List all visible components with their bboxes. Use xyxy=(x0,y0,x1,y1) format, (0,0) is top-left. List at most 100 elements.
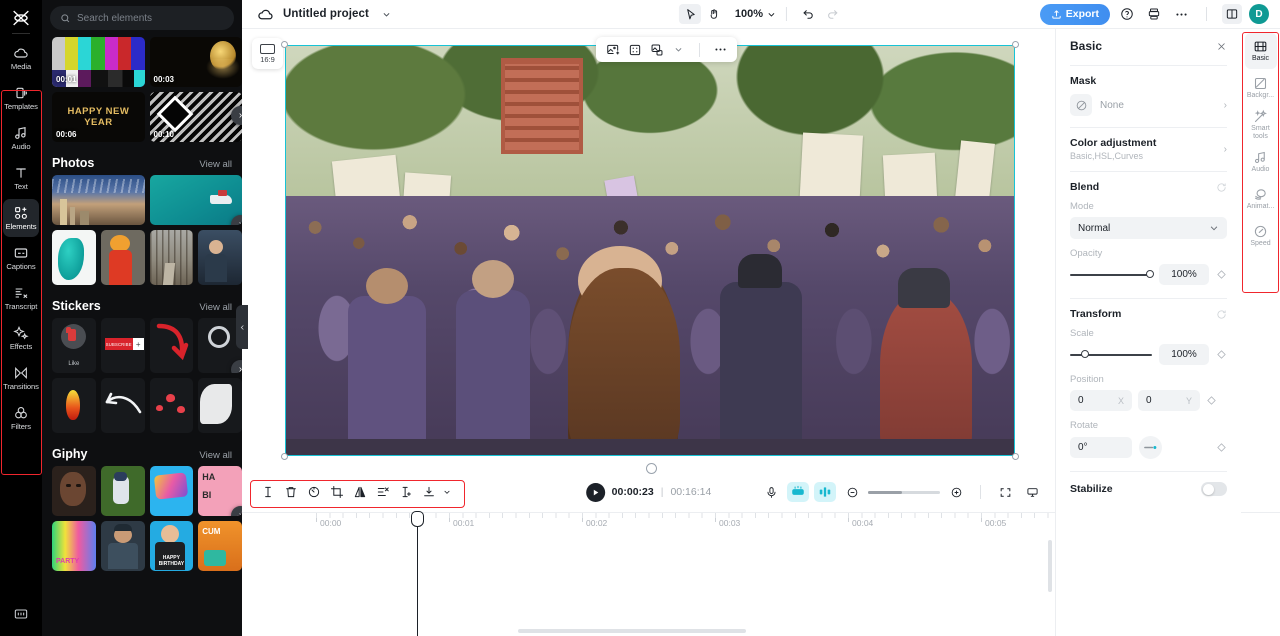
scale-slider[interactable] xyxy=(1070,350,1152,358)
sticker-thumb-red-arrow[interactable] xyxy=(149,318,194,373)
export-button[interactable]: Export xyxy=(1039,3,1110,25)
tab-smart-tools[interactable]: Smart tools xyxy=(1245,107,1277,143)
scale-value[interactable]: 100% xyxy=(1159,344,1209,365)
timeline-vertical-scrollbar[interactable] xyxy=(1048,540,1052,592)
freeze-button[interactable] xyxy=(396,482,416,502)
keyframe-diamond-icon[interactable] xyxy=(1216,349,1227,360)
auto-captions-button[interactable] xyxy=(787,482,809,502)
giphy-thumb-football[interactable] xyxy=(100,466,145,516)
element-thumb-chevrons[interactable]: 00:10 › xyxy=(149,92,242,142)
mask-row[interactable]: None › xyxy=(1070,94,1227,116)
giphy-thumb-orange[interactable]: CUM xyxy=(198,521,242,571)
more-icon[interactable] xyxy=(1171,4,1191,24)
photo-thumb-forest-path[interactable] xyxy=(149,230,194,285)
giphy-thumb-man-mic[interactable] xyxy=(100,521,145,571)
record-voiceover-button[interactable] xyxy=(760,482,782,502)
chevron-right-icon[interactable]: › xyxy=(231,215,242,225)
timeline-zoom-slider[interactable] xyxy=(868,490,940,494)
redo-icon[interactable] xyxy=(821,4,843,24)
cut-button[interactable] xyxy=(373,482,393,502)
sticker-thumb-white-arrow[interactable] xyxy=(100,378,145,433)
tab-animation[interactable]: Animat... xyxy=(1245,181,1277,217)
project-title[interactable]: Untitled project xyxy=(283,8,369,20)
chevron-right-icon[interactable]: › xyxy=(231,360,242,373)
zoom-in-button[interactable] xyxy=(945,482,967,502)
sidebar-item-captions[interactable]: Captions xyxy=(3,239,39,277)
cursor-icon[interactable] xyxy=(678,4,701,24)
help-icon[interactable] xyxy=(1117,4,1137,24)
photo-thumb-person[interactable] xyxy=(198,230,242,285)
sidebar-item-transitions[interactable]: Transitions xyxy=(3,359,39,397)
position-y-field[interactable]: 0 Y xyxy=(1138,390,1200,411)
auto-frame-icon[interactable] xyxy=(625,40,644,59)
hand-icon[interactable] xyxy=(703,4,725,24)
giphy-thumb-face[interactable] xyxy=(52,466,96,516)
play-button[interactable] xyxy=(585,482,605,502)
playhead-handle[interactable] xyxy=(411,511,424,527)
timeline-horizontal-scrollbar[interactable] xyxy=(518,629,746,633)
search-input[interactable] xyxy=(77,12,224,24)
chevron-right-icon[interactable]: › xyxy=(1224,100,1227,111)
cloud-icon[interactable] xyxy=(257,6,274,23)
tab-background[interactable]: Backgr... xyxy=(1245,70,1277,106)
duplicate-layer-icon[interactable] xyxy=(647,40,666,59)
giphy-thumb-pink[interactable]: HA BI › xyxy=(198,466,242,516)
sidebar-item-filters[interactable]: Filters xyxy=(3,399,39,437)
sidebar-item-text[interactable]: Text xyxy=(3,159,39,197)
view-all-link[interactable]: View all xyxy=(199,302,232,313)
chevron-right-icon[interactable]: › xyxy=(1224,144,1227,155)
search-box[interactable] xyxy=(50,6,234,30)
color-adjustment-row[interactable]: Color adjustment Basic,HSL,Curves › xyxy=(1070,137,1227,161)
resize-handle-br[interactable] xyxy=(1012,453,1019,460)
photo-thumb-teal-hair[interactable] xyxy=(52,230,96,285)
chevron-down-icon[interactable] xyxy=(669,40,688,59)
sidebar-item-transcript[interactable]: Transcript xyxy=(3,279,39,317)
add-image-icon[interactable] xyxy=(603,40,622,59)
chevron-right-icon[interactable]: › xyxy=(231,506,242,516)
opacity-slider[interactable] xyxy=(1070,270,1154,278)
keyframe-diamond-icon[interactable] xyxy=(1206,395,1217,406)
video-preview[interactable] xyxy=(285,45,1015,456)
view-all-link[interactable]: View all xyxy=(199,159,232,170)
reset-icon[interactable] xyxy=(1216,309,1227,320)
element-thumb-color-bars[interactable]: 00:01 xyxy=(52,37,145,87)
element-thumb-gold-particles[interactable]: 00:03 xyxy=(149,37,242,87)
sidebar-item-media[interactable]: Media xyxy=(3,39,39,77)
delete-button[interactable] xyxy=(281,482,301,502)
sidebar-item-effects[interactable]: Effects xyxy=(3,319,39,357)
tab-basic[interactable]: Basic xyxy=(1244,33,1277,69)
resize-handle-bl[interactable] xyxy=(281,453,288,460)
sticker-thumb-hearts[interactable] xyxy=(149,378,194,433)
panel-collapse-button[interactable] xyxy=(236,305,248,349)
blend-mode-select[interactable]: Normal xyxy=(1070,217,1227,239)
zoom-out-button[interactable] xyxy=(841,482,863,502)
present-button[interactable] xyxy=(1021,482,1043,502)
tab-speed[interactable]: Speed xyxy=(1245,218,1277,254)
audio-split-button[interactable] xyxy=(814,482,836,502)
sidebar-item-templates[interactable]: Templates xyxy=(3,79,39,117)
rotate-dial[interactable] xyxy=(1139,436,1162,459)
keyframe-diamond-icon[interactable] xyxy=(1216,269,1227,280)
photo-thumb-cosplay[interactable] xyxy=(100,230,145,285)
opacity-value[interactable]: 100% xyxy=(1159,264,1209,285)
resize-handle-tl[interactable] xyxy=(281,41,288,48)
resize-handle-tr[interactable] xyxy=(1012,41,1019,48)
rotate-handle[interactable] xyxy=(646,463,657,474)
sidebar-item-elements[interactable]: Elements xyxy=(3,199,39,237)
reset-icon[interactable] xyxy=(1216,182,1227,193)
keyframe-diamond-icon[interactable] xyxy=(1216,442,1227,453)
zoom-level[interactable]: 100% xyxy=(735,8,763,20)
sticker-thumb-like[interactable]: Like xyxy=(52,318,96,373)
sticker-thumb-flame[interactable] xyxy=(52,378,96,433)
avatar[interactable]: D xyxy=(1249,4,1269,24)
tab-audio[interactable]: Audio xyxy=(1245,144,1277,180)
photo-thumb-boat-sea[interactable]: › xyxy=(149,175,242,225)
rotate-field[interactable]: 0° xyxy=(1070,437,1132,458)
download-button[interactable] xyxy=(419,482,439,502)
giphy-thumb-sticker-blue[interactable] xyxy=(149,466,194,516)
sidebar-item-audio[interactable]: Audio xyxy=(3,119,39,157)
stabilize-toggle[interactable] xyxy=(1201,482,1227,496)
giphy-thumb-rainbow[interactable]: PARTY xyxy=(52,521,96,571)
zoom-caret-icon[interactable] xyxy=(767,10,776,19)
view-all-link[interactable]: View all xyxy=(199,450,232,461)
